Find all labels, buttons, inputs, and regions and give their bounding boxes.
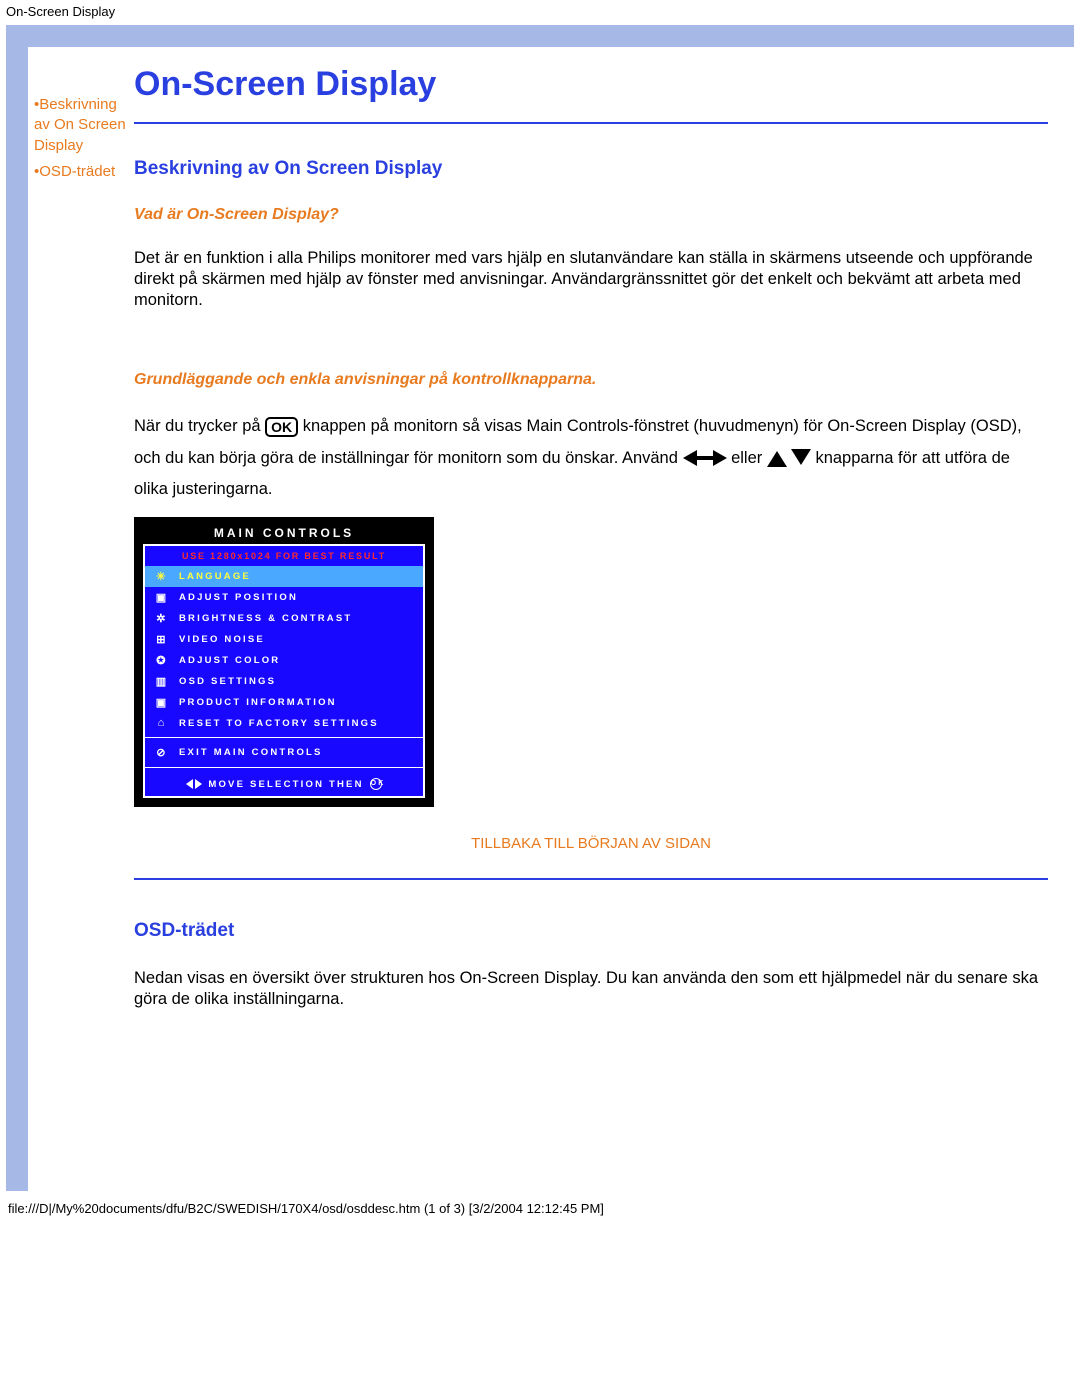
osd-main-controls-panel: MAIN CONTROLS USE 1280x1024 FOR BEST RES… <box>134 517 434 807</box>
sidebar: •Beskrivning av On Screen Display •OSD-t… <box>28 47 134 1191</box>
osd-item-product-info: ▣ PRODUCT INFORMATION <box>145 692 423 713</box>
osd-item-label: OSD SETTINGS <box>179 676 276 687</box>
osd-item-label: RESET TO FACTORY SETTINGS <box>179 718 379 729</box>
osd-item-label: ADJUST POSITION <box>179 592 298 603</box>
osd-item-adjust-position: ▣ ADJUST POSITION <box>145 587 423 608</box>
settings-icon: ▥ <box>153 675 171 688</box>
main-content: On-Screen Display Beskrivning av On Scre… <box>134 47 1074 1191</box>
page-frame: •Beskrivning av On Screen Display •OSD-t… <box>6 25 1074 1191</box>
back-to-top-link-wrapper: TILLBAKA TILL BÖRJAN AV SIDAN <box>134 835 1048 852</box>
paragraph-osd-tree: Nedan visas en översikt över strukturen … <box>134 968 1048 1010</box>
info-icon: ▣ <box>153 696 171 709</box>
osd-item-label: ADJUST COLOR <box>179 655 280 666</box>
osd-item-exit: ⊘ EXIT MAIN CONTROLS <box>145 742 423 763</box>
up-down-arrows-icon <box>767 449 811 467</box>
section-heading-description: Beskrivning av On Screen Display <box>134 158 1048 180</box>
osd-divider <box>145 737 423 738</box>
osd-item-label: EXIT MAIN CONTROLS <box>179 747 323 758</box>
sidebar-item-osd-tree[interactable]: •OSD-trädet <box>34 162 132 182</box>
section-heading-osd-tree: OSD-trädet <box>134 920 1048 942</box>
back-to-top-link[interactable]: TILLBAKA TILL BÖRJAN AV SIDAN <box>471 835 711 852</box>
exit-icon: ⊘ <box>153 746 171 759</box>
osd-footer-text: MOVE SELECTION THEN <box>208 779 363 790</box>
left-right-selector-icon <box>186 779 202 789</box>
paragraph-instructions: När du trycker på OK knappen på monitorn… <box>134 411 1048 505</box>
paragraph-description: Det är en funktion i alla Philips monito… <box>134 248 1048 311</box>
text-part-a: När du trycker på <box>134 417 265 435</box>
osd-item-label: VIDEO NOISE <box>179 634 265 645</box>
footer-file-path: file:///D|/My%20documents/dfu/B2C/SWEDIS… <box>0 1191 1080 1222</box>
sidebar-link-osd-tree[interactable]: OSD-trädet <box>39 163 115 180</box>
osd-item-language: ✳ LANGUAGE <box>145 566 423 587</box>
osd-item-label: LANGUAGE <box>179 571 251 582</box>
subheading-basic-instructions: Grundläggande och enkla anvisningar på k… <box>134 371 1048 389</box>
ok-confirm-icon: OK <box>370 778 382 790</box>
osd-item-video-noise: ⊞ VIDEO NOISE <box>145 629 423 650</box>
text-part-c: eller <box>731 449 767 467</box>
osd-item-label: BRIGHTNESS & CONTRAST <box>179 613 352 624</box>
sidebar-link-description[interactable]: Beskrivning av On Screen Display <box>34 96 126 154</box>
osd-item-label: PRODUCT INFORMATION <box>179 697 337 708</box>
position-icon: ▣ <box>153 591 171 604</box>
osd-panel-title: MAIN CONTROLS <box>137 520 431 544</box>
osd-item-osd-settings: ▥ OSD SETTINGS <box>145 671 423 692</box>
divider <box>134 878 1048 880</box>
subheading-what-is-osd: Vad är On-Screen Display? <box>134 206 1048 224</box>
language-icon: ✳ <box>153 570 171 583</box>
noise-icon: ⊞ <box>153 633 171 646</box>
color-icon: ✪ <box>153 654 171 667</box>
osd-resolution-hint: USE 1280x1024 FOR BEST RESULT <box>145 546 423 566</box>
ok-button-icon: OK <box>265 417 298 437</box>
osd-footer-hint: MOVE SELECTION THEN OK <box>145 772 423 796</box>
osd-item-factory-reset: ⌂ RESET TO FACTORY SETTINGS <box>145 713 423 733</box>
reset-icon: ⌂ <box>153 717 171 729</box>
osd-item-adjust-color: ✪ ADJUST COLOR <box>145 650 423 671</box>
page-title: On-Screen Display <box>134 65 1048 104</box>
left-right-arrows-icon <box>683 450 727 466</box>
divider <box>134 122 1048 124</box>
page-header-label: On-Screen Display <box>0 0 1080 25</box>
osd-item-brightness-contrast: ✲ BRIGHTNESS & CONTRAST <box>145 608 423 629</box>
brightness-icon: ✲ <box>153 612 171 625</box>
osd-panel-inner: USE 1280x1024 FOR BEST RESULT ✳ LANGUAGE… <box>143 544 425 798</box>
sidebar-item-description[interactable]: •Beskrivning av On Screen Display <box>34 95 132 156</box>
osd-divider <box>145 767 423 768</box>
